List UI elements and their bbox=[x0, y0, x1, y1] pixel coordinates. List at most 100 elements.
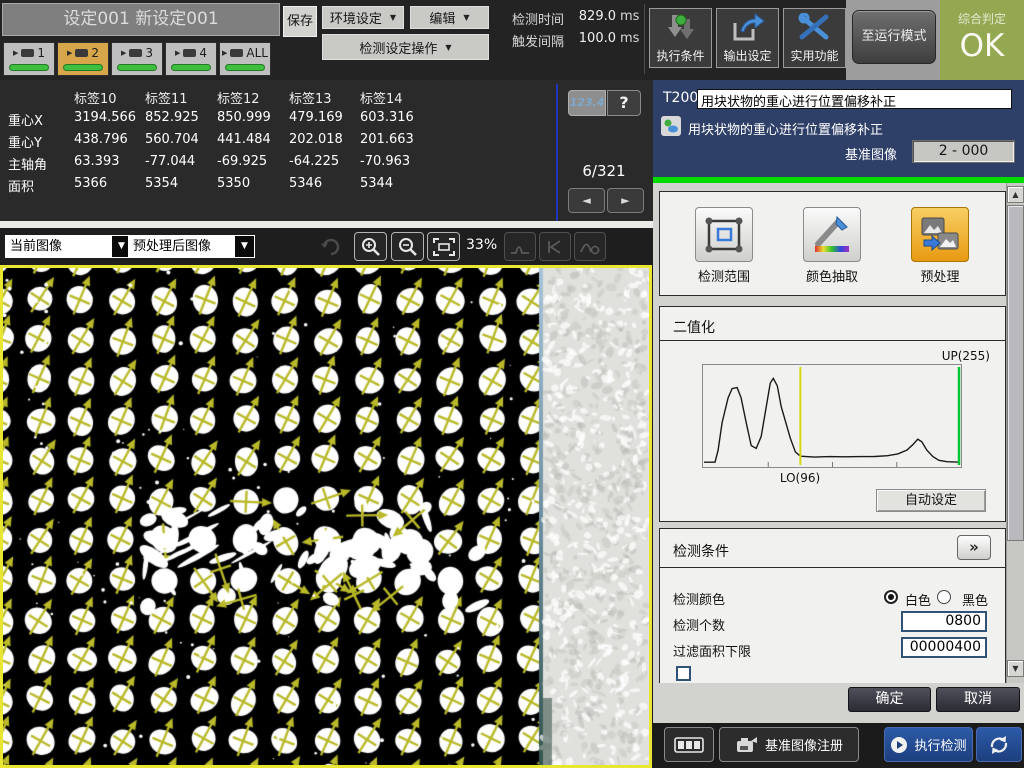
environment-menu-button[interactable]: 环境设定 ▼ bbox=[322, 6, 404, 29]
tab-status-bar bbox=[63, 64, 103, 71]
table-cell: 603.316 bbox=[360, 110, 414, 125]
tab-label: 1 bbox=[37, 46, 45, 60]
help-button[interactable]: ? bbox=[607, 90, 641, 116]
play-icon: ▶ bbox=[222, 46, 227, 60]
image-toolbar: 当前图像 ▼ 预处理后图像 ▼ 33% bbox=[0, 228, 653, 265]
table-cell: 5366 bbox=[74, 176, 107, 191]
save-button[interactable]: 保存 bbox=[283, 6, 317, 37]
radio-black-label: 黑色 bbox=[962, 590, 988, 609]
color-extract-button[interactable] bbox=[803, 207, 861, 262]
fit-view-button[interactable] bbox=[427, 232, 460, 261]
tab-4[interactable]: ▶4 bbox=[165, 42, 217, 76]
camera-icon bbox=[735, 735, 759, 755]
divider bbox=[644, 4, 645, 74]
filmstrip-button[interactable] bbox=[664, 727, 714, 762]
table-cell: 852.925 bbox=[145, 110, 199, 125]
detect-region-button[interactable] bbox=[695, 207, 753, 262]
continuous-run-button[interactable] bbox=[976, 727, 1022, 762]
chevron-down-icon: ▼ bbox=[390, 13, 396, 22]
judgement-label: 综合判定 bbox=[940, 10, 1024, 27]
zoom-in-icon bbox=[361, 237, 381, 257]
image-source-dropdown[interactable]: 当前图像 ▼ bbox=[5, 235, 132, 258]
tab-label: ALL bbox=[246, 46, 268, 60]
detect-settings-menu-button[interactable]: 检测设定操作 ▼ bbox=[322, 34, 489, 60]
table-cell: 主轴角 bbox=[8, 154, 47, 173]
tab-status-bar bbox=[225, 64, 265, 71]
expand-button[interactable]: » bbox=[957, 535, 991, 560]
numeric-display-button[interactable]: 123.4 bbox=[568, 90, 606, 116]
table-cell: -77.044 bbox=[145, 154, 195, 169]
histogram-plot[interactable] bbox=[702, 364, 962, 468]
tab-ALL[interactable]: ▶ ALL bbox=[219, 42, 271, 76]
zoom-out-button[interactable] bbox=[391, 232, 424, 261]
next-page-button[interactable]: ► bbox=[607, 188, 644, 213]
ref-image-value[interactable]: 2 - 000 bbox=[912, 140, 1015, 163]
scroll-down-button[interactable]: ▼ bbox=[1007, 660, 1024, 677]
image-viewer bbox=[0, 265, 652, 768]
stat-label-detect-time: 检测时间 bbox=[498, 9, 564, 28]
tab-2[interactable]: ▶2 bbox=[57, 42, 109, 76]
scroll-thumb[interactable] bbox=[1007, 205, 1024, 541]
radio-black[interactable] bbox=[937, 590, 951, 604]
utility-button[interactable]: 实用功能 bbox=[783, 8, 846, 68]
tool-id: T200 bbox=[663, 90, 698, 106]
color-extract-label: 颜色抽取 bbox=[787, 266, 877, 285]
table-column-header: 标签11 bbox=[145, 88, 188, 107]
detect-count-input[interactable]: 0800 bbox=[901, 611, 987, 632]
radio-white-label: 白色 bbox=[905, 590, 931, 609]
setting-title: 设定001 新设定001 bbox=[2, 3, 280, 36]
edit-menu-button[interactable]: 编辑 ▼ bbox=[410, 6, 489, 29]
image-stage-dropdown[interactable]: 预处理后图像 ▼ bbox=[128, 235, 255, 258]
exec-condition-button[interactable]: 执行条件 bbox=[649, 8, 712, 68]
ok-button[interactable]: 确定 bbox=[848, 687, 931, 712]
auto-set-button[interactable]: 自动设定 bbox=[876, 489, 986, 512]
inspection-image[interactable] bbox=[3, 268, 649, 765]
prev-page-button[interactable]: ◄ bbox=[568, 188, 605, 213]
table-cell: 202.018 bbox=[289, 132, 343, 147]
tab-3[interactable]: ▶3 bbox=[111, 42, 163, 76]
table-cell: 5350 bbox=[217, 176, 250, 191]
stat-value-detect-time: 829.0 bbox=[566, 9, 616, 24]
table-cell: -70.963 bbox=[360, 154, 410, 169]
tab-1[interactable]: ▶1 bbox=[3, 42, 55, 76]
image-stage-value: 预处理后图像 bbox=[129, 236, 235, 257]
tab-label: 4 bbox=[199, 46, 207, 60]
min-area-input[interactable]: 00000400 bbox=[901, 637, 987, 658]
zoom-in-button[interactable] bbox=[354, 232, 387, 261]
run-detection-button[interactable]: 执行检测 bbox=[884, 727, 973, 762]
preprocess-button[interactable] bbox=[911, 207, 969, 262]
table-cell: 面积 bbox=[8, 176, 34, 195]
filmstrip-icon bbox=[674, 735, 704, 755]
tool-subtitle: 用块状物的重心进行位置偏移补正 bbox=[688, 119, 883, 138]
scroll-up-button[interactable]: ▲ bbox=[1007, 186, 1024, 203]
fit-view-icon bbox=[433, 238, 455, 256]
cancel-button[interactable]: 取消 bbox=[936, 687, 1020, 712]
tool-name-input[interactable]: 用块状物的重心进行位置偏移补正 bbox=[697, 89, 1012, 109]
wrench-icon bbox=[798, 13, 832, 41]
table-column-header: 标签10 bbox=[74, 88, 117, 107]
preprocess-label: 预处理 bbox=[895, 266, 985, 285]
detect-count-label: 检测个数 bbox=[673, 615, 725, 634]
histogram-lower-label: LO(96) bbox=[770, 471, 830, 485]
detect-color-label: 检测颜色 bbox=[673, 589, 725, 608]
table-cell: 5346 bbox=[289, 176, 322, 191]
table-cell: 5344 bbox=[360, 176, 393, 191]
divider bbox=[0, 221, 653, 228]
stat-unit: ms bbox=[620, 9, 639, 24]
ref-image-label: 基准图像 bbox=[845, 144, 897, 163]
to-run-mode-button[interactable]: 至运行模式 bbox=[852, 10, 936, 64]
table-cell: 63.393 bbox=[74, 154, 120, 169]
profile-tool-icon bbox=[539, 232, 571, 261]
radio-white[interactable] bbox=[884, 590, 898, 604]
curve-settings-icon bbox=[574, 232, 606, 261]
checkbox[interactable] bbox=[676, 666, 691, 681]
output-settings-button[interactable]: 输出设定 bbox=[716, 8, 779, 68]
register-ref-image-button[interactable]: 基准图像注册 bbox=[719, 727, 859, 762]
table-cell: 850.999 bbox=[217, 110, 271, 125]
environment-menu-label: 环境设定 bbox=[330, 8, 382, 27]
tab-label: 2 bbox=[91, 46, 99, 60]
table-cell: 438.796 bbox=[74, 132, 128, 147]
table-cell: 201.663 bbox=[360, 132, 414, 147]
strip-icon bbox=[21, 49, 34, 57]
table-cell: -64.225 bbox=[289, 154, 339, 169]
